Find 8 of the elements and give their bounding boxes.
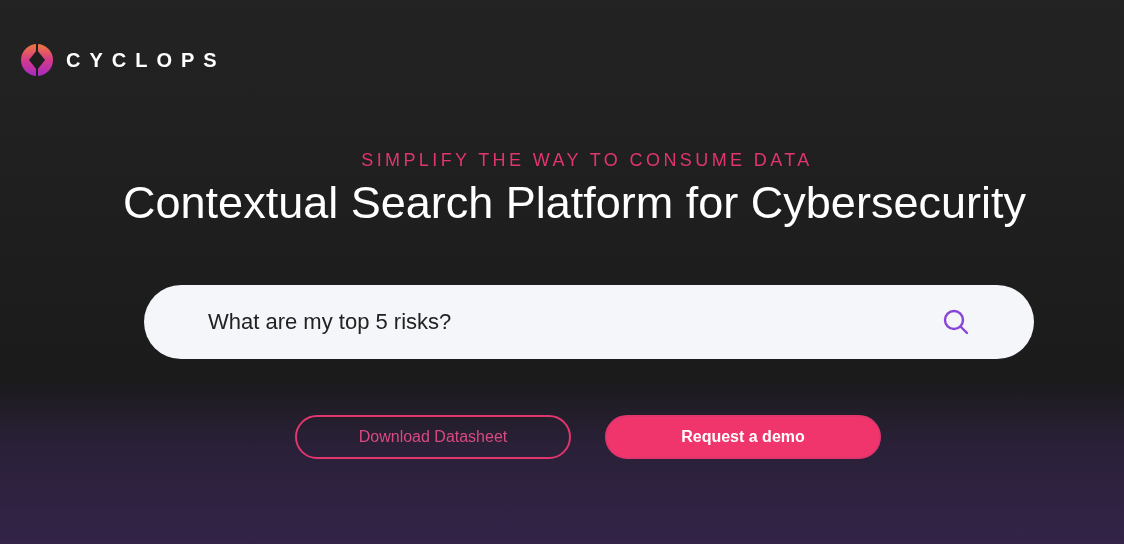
search-icon[interactable] (942, 308, 970, 336)
tagline: SIMPLIFY THE WAY TO CONSUME DATA (361, 150, 813, 171)
logo-icon (20, 43, 54, 77)
search-field[interactable]: What are my top 5 risks? (144, 285, 1034, 359)
request-demo-button[interactable]: Request a demo (605, 415, 881, 459)
brand-name: CYCLOPS (66, 48, 226, 72)
hero-heading: Contextual Search Platform for Cybersecurity (123, 177, 1026, 229)
download-button[interactable]: Download Datasheet (295, 415, 571, 459)
